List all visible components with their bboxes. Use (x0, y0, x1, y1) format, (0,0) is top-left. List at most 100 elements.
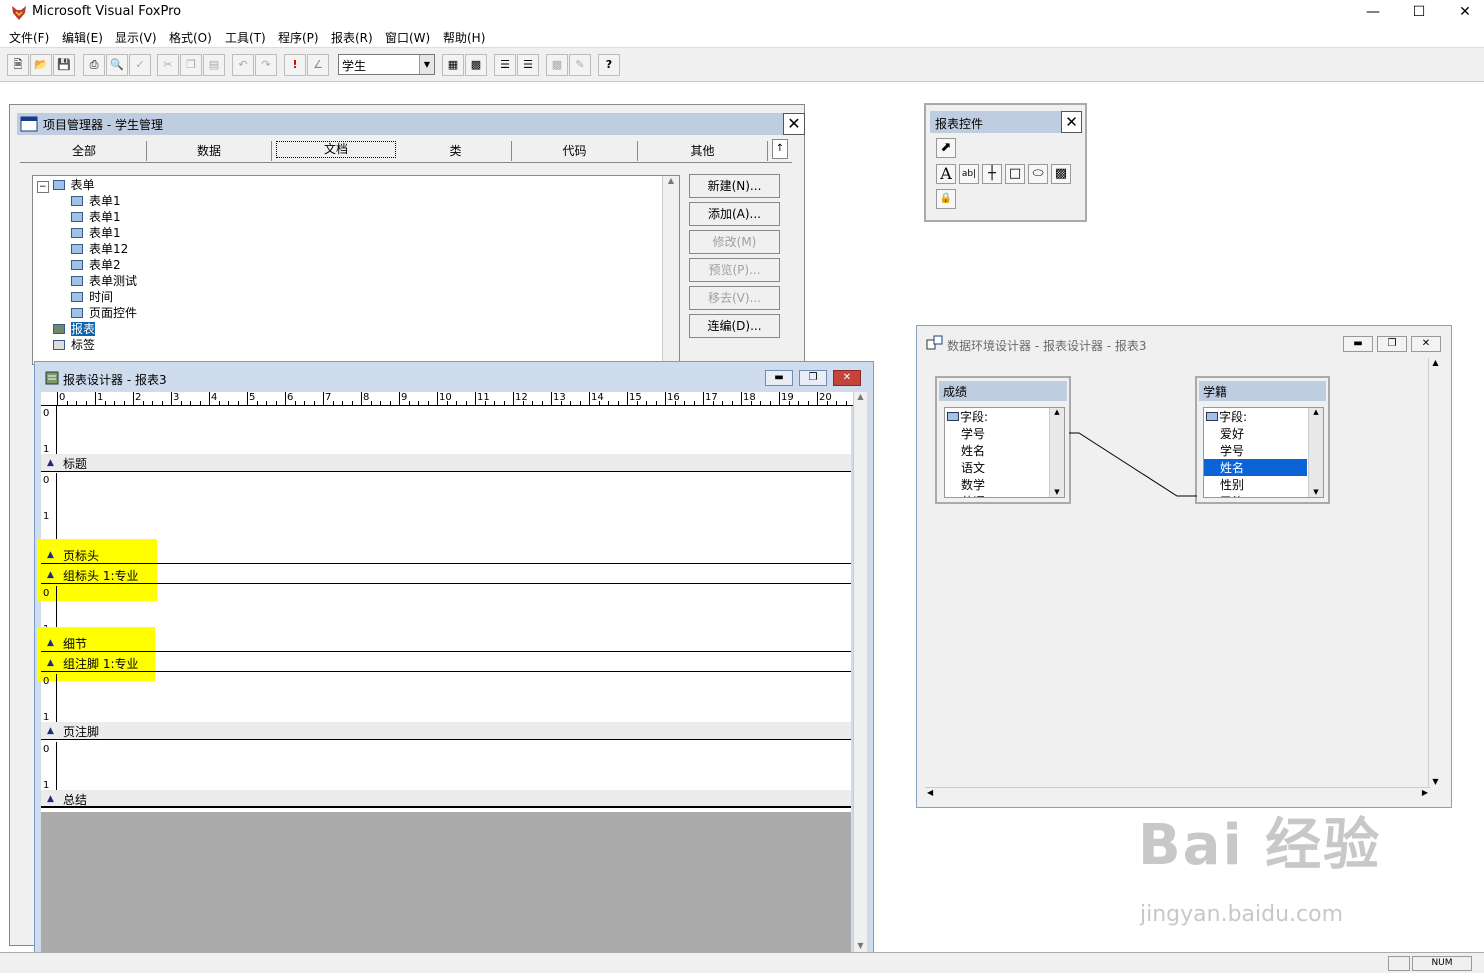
band-page-header[interactable]: ▲ 页标头 (41, 546, 851, 564)
tree-item[interactable]: 表单测试 (71, 272, 137, 288)
table-xueji[interactable]: 学籍 字段: 爱好 学号 姓名 性别 民族 ▲▼ (1195, 376, 1330, 504)
tab-code[interactable]: 代码 (512, 141, 638, 161)
open-folder-icon[interactable]: 📂 (30, 54, 52, 76)
restore-icon[interactable]: ❐ (1377, 336, 1407, 352)
list-item[interactable]: 数学 (961, 476, 985, 493)
list-item[interactable]: 学号 (961, 425, 985, 442)
field-list[interactable]: 字段: 爱好 学号 姓名 性别 民族 ▲▼ (1203, 407, 1324, 498)
undo-icon[interactable]: ↶ (232, 54, 254, 76)
picture-ole-tool-icon[interactable]: ▩ (1051, 164, 1071, 184)
add-button[interactable]: 添加(A)... (689, 202, 780, 226)
horizontal-scrollbar[interactable]: ◀ ▶ (925, 787, 1430, 801)
close-icon[interactable]: ✕ (1061, 111, 1082, 133)
tree-item[interactable]: 表单1 (71, 224, 121, 240)
tab-all[interactable]: 全部 (22, 141, 147, 161)
menu-window[interactable]: 窗口(W) (385, 29, 430, 46)
command-window-icon[interactable]: ▦ (442, 54, 464, 76)
autoform-icon[interactable]: ▩ (546, 54, 568, 76)
label-tool-icon[interactable]: A (936, 164, 956, 184)
minimize-icon[interactable]: ▬ (1343, 336, 1373, 352)
list-item[interactable]: 性别 (1220, 476, 1244, 493)
vertical-scrollbar[interactable]: ▲ ▼ (853, 392, 867, 952)
save-icon[interactable]: 💾 (53, 54, 75, 76)
database-combo[interactable]: 学生 ▼ (338, 54, 435, 75)
tab-data[interactable]: 数据 (147, 141, 272, 161)
menu-edit[interactable]: 编辑(E) (62, 29, 103, 46)
scrollbar[interactable]: ▲ ▼ (1308, 408, 1323, 497)
tree-item[interactable]: 表单12 (71, 240, 128, 256)
run-icon[interactable]: ! (284, 54, 306, 76)
modify-form-icon[interactable]: ∠ (307, 54, 329, 76)
tree-item[interactable]: 页面控件 (71, 304, 137, 320)
band-page-footer[interactable]: ▲ 页注脚 (41, 722, 851, 740)
line-tool-icon[interactable]: ┼ (982, 164, 1002, 184)
rectangle-tool-icon[interactable]: □ (1005, 164, 1025, 184)
copy-icon[interactable]: ❐ (180, 54, 202, 76)
rounded-rectangle-tool-icon[interactable]: ⬭ (1028, 164, 1048, 184)
tree-node-forms[interactable]: − 表单 (37, 176, 95, 193)
tab-documents[interactable]: 文档 (276, 141, 396, 158)
tree-node-reports[interactable]: 报表 (53, 320, 96, 336)
minimize-icon[interactable]: ▬ (765, 370, 793, 386)
menu-report[interactable]: 报表(R) (331, 29, 373, 46)
vertical-scrollbar[interactable]: ▲ ▼ (1428, 358, 1442, 788)
print-icon[interactable]: ⎙ (83, 54, 105, 76)
report-wizard-icon[interactable]: ☰ (517, 54, 539, 76)
tree-item[interactable]: 表单1 (71, 208, 121, 224)
tab-other[interactable]: 其他 (638, 141, 768, 161)
menu-help[interactable]: 帮助(H) (443, 29, 485, 46)
tree-scrollbar[interactable]: ▲ (662, 176, 679, 364)
relation-line[interactable] (1067, 426, 1199, 501)
restore-icon[interactable]: ❐ (799, 370, 827, 386)
list-item[interactable]: 民族 (1220, 493, 1244, 497)
modify-button[interactable]: 修改(M) (689, 230, 780, 254)
band-title[interactable]: ▲ 标题 (41, 454, 851, 472)
field-list[interactable]: 字段: 学号 姓名 语文 数学 英语 ▲▼ (944, 407, 1065, 498)
list-item-selected[interactable]: 姓名 (1220, 459, 1244, 476)
field-tool-icon[interactable]: ab| (959, 164, 979, 184)
menu-tools[interactable]: 工具(T) (225, 29, 266, 46)
list-item[interactable]: 爱好 (1220, 425, 1244, 442)
tree-item[interactable]: 表单1 (71, 192, 121, 208)
list-item[interactable]: 英语 (961, 493, 985, 497)
table-chengji[interactable]: 成绩 字段: 学号 姓名 语文 数学 英语 ▲▼ (935, 376, 1071, 504)
data-session-icon[interactable]: ▩ (465, 54, 487, 76)
chevron-down-icon[interactable]: ▼ (419, 55, 434, 74)
preview-button[interactable]: 预览(P)... (689, 258, 780, 282)
select-pointer-icon[interactable]: ⬈ (936, 138, 956, 158)
cut-icon[interactable]: ✂ (157, 54, 179, 76)
tree-item[interactable]: 时间 (71, 288, 113, 304)
tree-node-labels[interactable]: 标签 (53, 336, 95, 352)
collapse-toggle-icon[interactable]: ↑ (772, 139, 788, 159)
band-group-header[interactable]: ▲ 组标头 1:专业 (41, 566, 851, 584)
autoreport-icon[interactable]: ✎ (569, 54, 591, 76)
scrollbar[interactable]: ▲ ▼ (1049, 408, 1064, 497)
list-item[interactable]: 字段: (1206, 408, 1247, 425)
list-item[interactable]: 学号 (1220, 442, 1244, 459)
menu-file[interactable]: 文件(F) (9, 29, 49, 46)
minimize-button[interactable]: — (1350, 0, 1396, 24)
print-preview-icon[interactable]: 🔍 (106, 54, 128, 76)
tree-item[interactable]: 表单2 (71, 256, 121, 272)
close-icon[interactable]: ✕ (783, 113, 805, 135)
spell-check-icon[interactable]: ✓ (129, 54, 151, 76)
band-group-footer[interactable]: ▲ 组注脚 1:专业 (41, 654, 851, 672)
tab-classes[interactable]: 类 (400, 141, 512, 161)
band-summary[interactable]: ▲ 总结 (41, 790, 851, 808)
redo-icon[interactable]: ↷ (255, 54, 277, 76)
button-lock-icon[interactable]: 🔒 (936, 189, 956, 209)
list-item[interactable]: 字段: (947, 408, 988, 425)
build-button[interactable]: 连编(D)... (689, 314, 780, 338)
list-item[interactable]: 姓名 (961, 442, 985, 459)
remove-button[interactable]: 移去(V)... (689, 286, 780, 310)
maximize-button[interactable]: ☐ (1396, 0, 1442, 24)
list-item[interactable]: 语文 (961, 459, 985, 476)
paste-icon[interactable]: ▤ (203, 54, 225, 76)
band-detail[interactable]: ▲ 细节 (41, 634, 851, 652)
new-button[interactable]: 新建(N)... (689, 174, 780, 198)
form-wizard-icon[interactable]: ☰ (494, 54, 516, 76)
close-icon[interactable]: ✕ (1411, 336, 1441, 352)
close-icon[interactable]: ✕ (833, 370, 861, 386)
help-icon[interactable]: ? (598, 54, 620, 76)
close-button[interactable]: ✕ (1442, 0, 1484, 24)
